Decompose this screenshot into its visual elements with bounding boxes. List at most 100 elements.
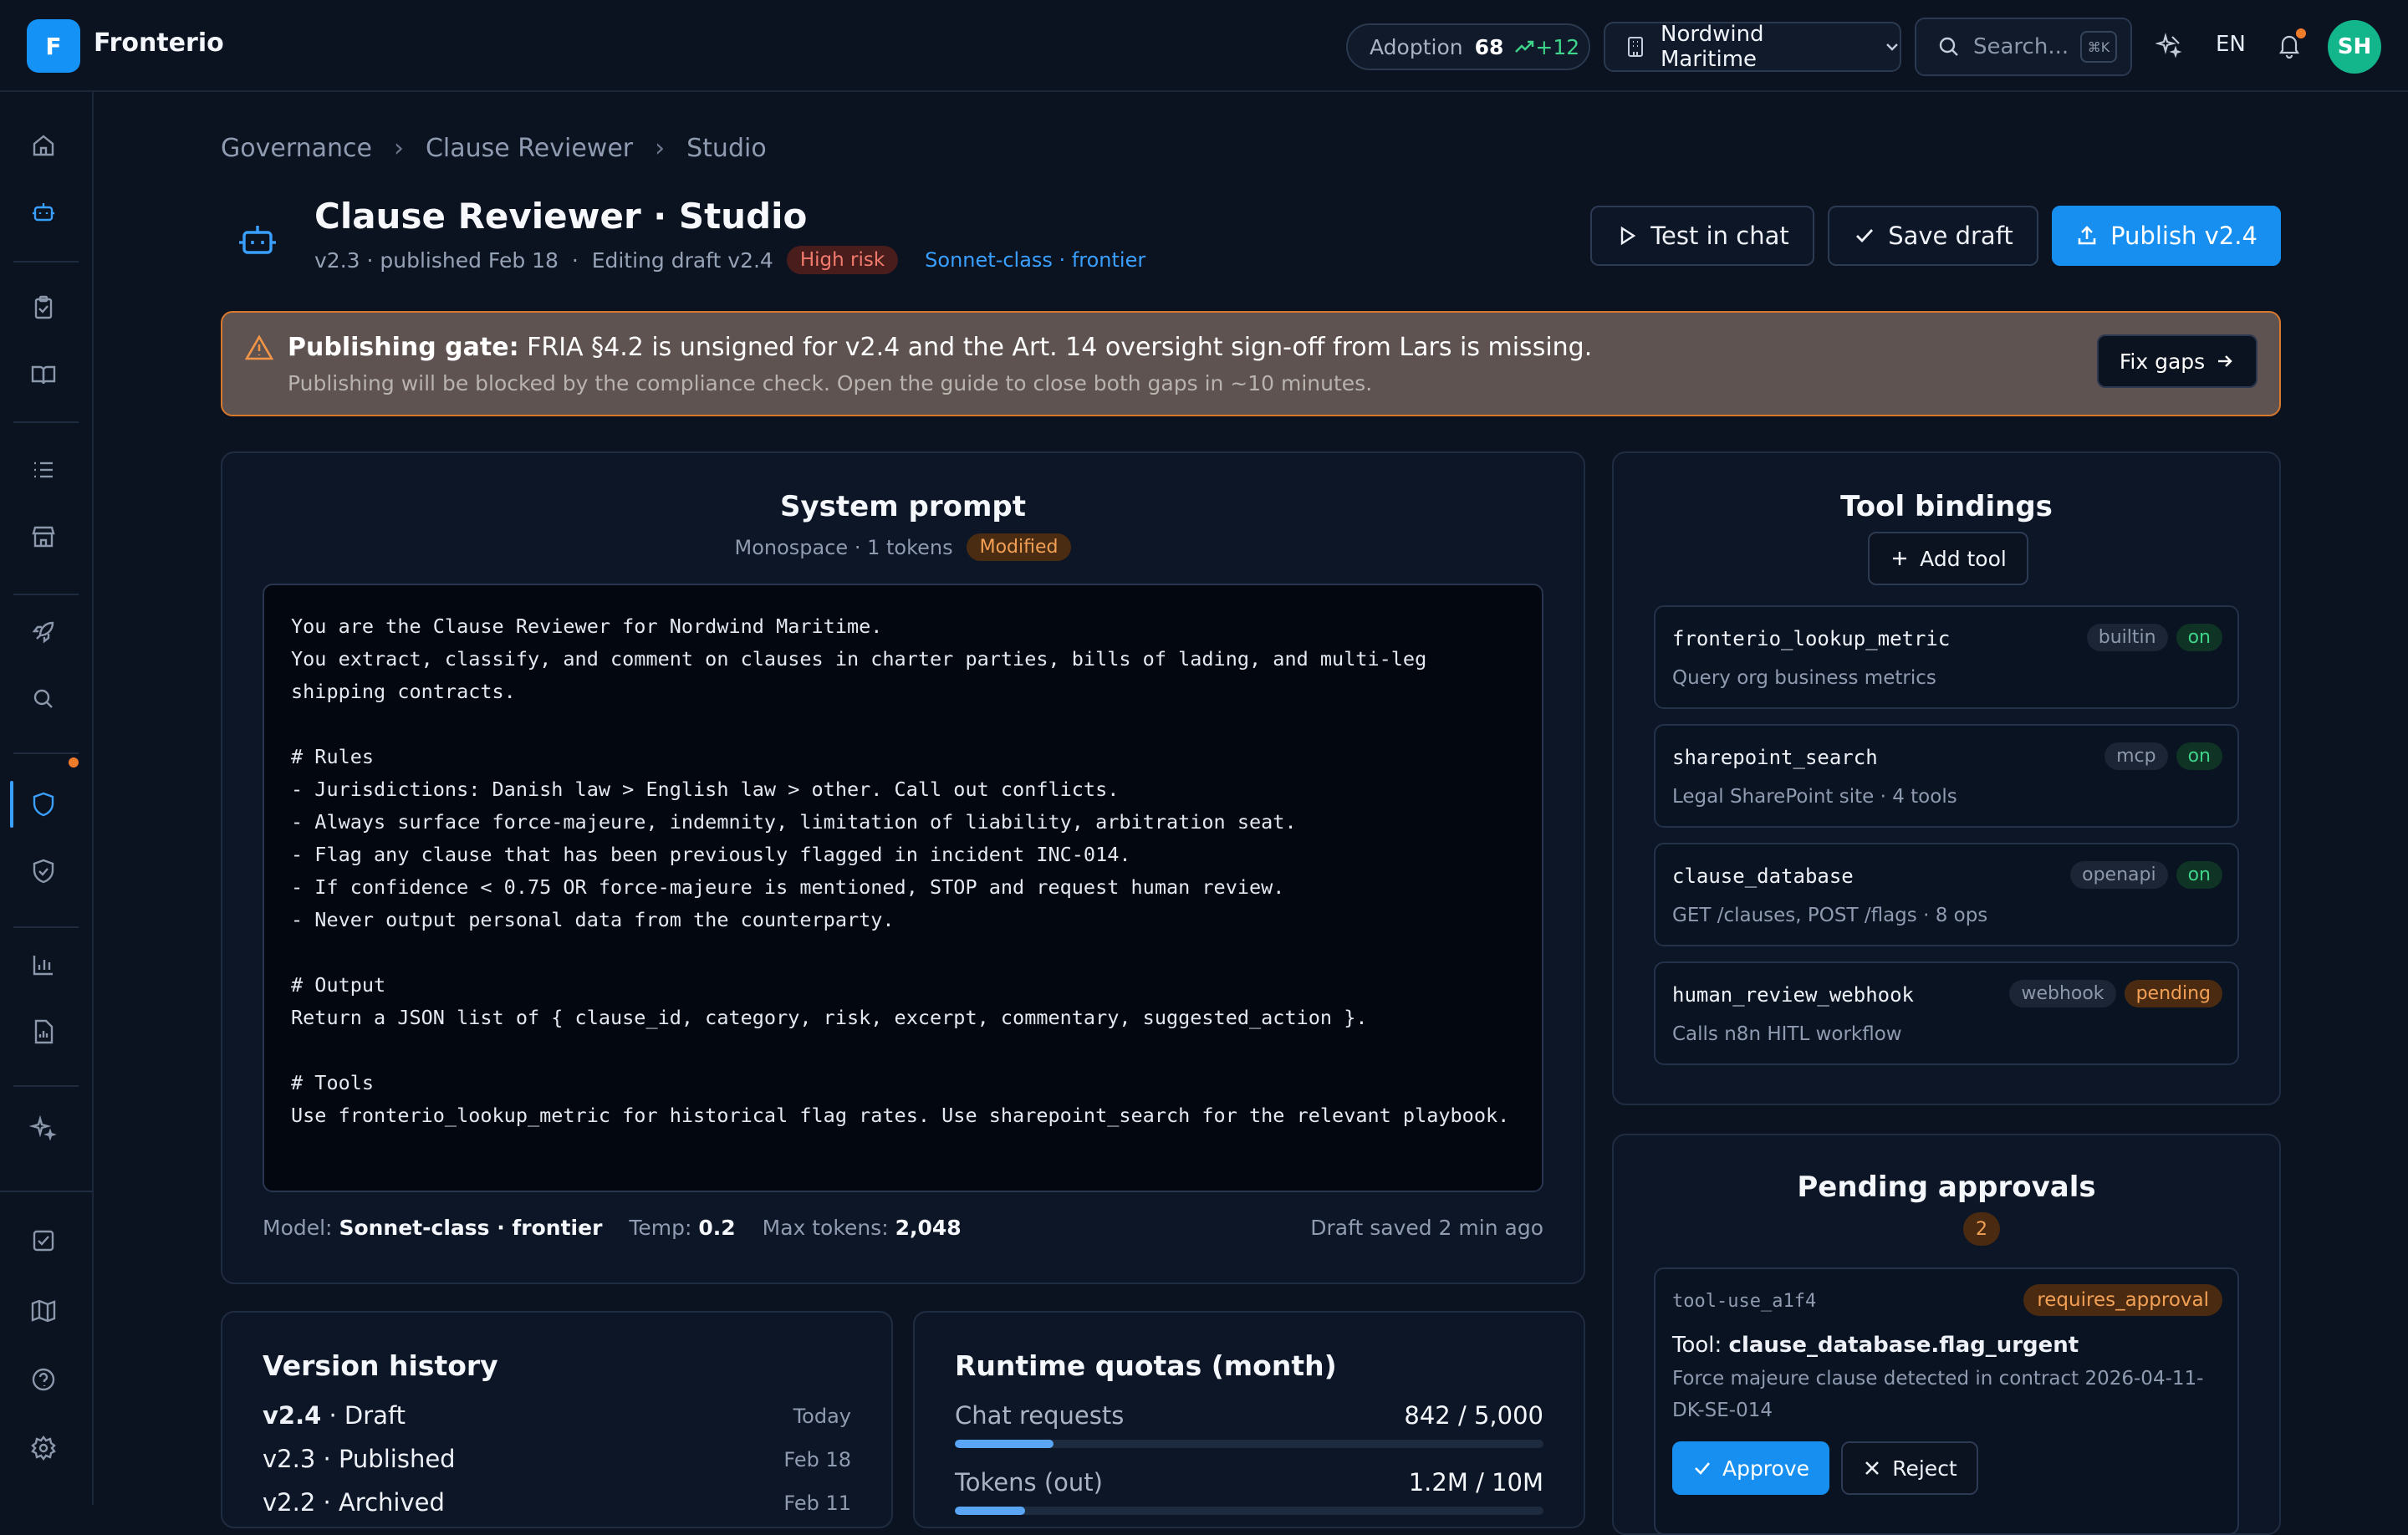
model-link[interactable]: Sonnet-class · frontier — [925, 248, 1145, 272]
org-switcher[interactable]: Nordwind Maritime — [1604, 22, 1901, 72]
prompt-meta: Monospace · 1 tokens — [734, 535, 953, 559]
rocket-icon[interactable] — [28, 617, 59, 647]
page-title: Clause Reviewer · Studio — [314, 196, 808, 237]
quota-progress-bar — [955, 1507, 1543, 1515]
save-draft-button[interactable]: Save draft — [1828, 206, 2038, 266]
add-tool-button[interactable]: Add tool — [1868, 532, 2028, 585]
approve-button[interactable]: Approve — [1672, 1441, 1829, 1495]
chevron-right-icon: › — [393, 134, 404, 163]
tool-status-badge[interactable]: on — [2176, 861, 2222, 889]
tool-name: clause_database — [1672, 864, 1854, 888]
help-icon[interactable] — [28, 1364, 59, 1395]
sidebar-divider — [13, 752, 79, 754]
quota-label: Chat requests — [955, 1401, 1125, 1430]
system-prompt-title: System prompt — [780, 490, 1026, 523]
sidebar-divider — [13, 594, 79, 595]
model-label: Model: — [263, 1216, 333, 1240]
tool-binding-item[interactable]: clause_database GET /clauses, POST /flag… — [1654, 843, 2239, 946]
model-settings: Model: Sonnet-class · frontier Temp: 0.2… — [263, 1216, 982, 1240]
tool-kind-badge: webhook — [2009, 980, 2116, 1007]
system-prompt-editor[interactable]: You are the Clause Reviewer for Nordwind… — [263, 584, 1543, 1192]
upload-icon — [2078, 226, 2096, 245]
chevron-right-icon: › — [655, 134, 666, 163]
square-check-icon[interactable] — [28, 1226, 59, 1256]
top-bar: F Fronterio Adoption 68 +12 Nordwind Mar… — [0, 0, 2408, 92]
publish-button[interactable]: Publish v2.4 — [2052, 206, 2281, 266]
check-icon — [1856, 229, 1874, 243]
app-name[interactable]: Fronterio — [94, 28, 224, 58]
max-tokens-value[interactable]: 2,048 — [895, 1216, 962, 1240]
app-logo[interactable]: F — [27, 19, 80, 73]
approval-tool-name: clause_database.flag_urgent — [1728, 1333, 2079, 1358]
tool-binding-item[interactable]: human_review_webhook Calls n8n HITL work… — [1654, 961, 2239, 1065]
map-icon[interactable] — [28, 1296, 59, 1326]
book-icon[interactable] — [28, 360, 59, 390]
version-state: · Archived — [315, 1488, 445, 1517]
runtime-quotas-panel: Runtime quotas (month) Chat requests 842… — [913, 1311, 1585, 1528]
version-history-title: Version history — [263, 1349, 498, 1382]
search-placeholder: Search... — [1973, 34, 2069, 59]
tool-name: sharepoint_search — [1672, 746, 1878, 769]
plus-icon — [1893, 552, 1907, 565]
store-icon[interactable] — [28, 522, 59, 552]
tool-kind-badge: builtin — [2086, 624, 2168, 651]
bar-chart-icon[interactable] — [28, 950, 59, 980]
tool-status-badge[interactable]: on — [2176, 624, 2222, 651]
version-state: · Published — [315, 1445, 456, 1473]
search-icon — [1938, 36, 1960, 58]
notification-dot — [2296, 28, 2306, 38]
version-row[interactable]: v2.4 · Draft Today — [263, 1401, 851, 1430]
sidebar-divider — [13, 1085, 79, 1087]
tool-binding-item[interactable]: sharepoint_search Legal SharePoint site … — [1654, 724, 2239, 828]
breadcrumb-clause-reviewer[interactable]: Clause Reviewer — [426, 134, 633, 163]
version-date: Today — [793, 1405, 851, 1428]
home-icon[interactable] — [28, 130, 59, 161]
bot-icon[interactable] — [28, 197, 59, 227]
sparkles-icon[interactable] — [2154, 32, 2182, 59]
model-value[interactable]: Sonnet-class · frontier — [339, 1216, 602, 1240]
tool-binding-item[interactable]: fronterio_lookup_metric Query org busine… — [1654, 605, 2239, 709]
list-icon[interactable] — [28, 455, 59, 485]
tool-label: Tool: — [1672, 1333, 1722, 1358]
adoption-value: 68 — [1474, 34, 1504, 59]
pending-approvals-title: Pending approvals — [1797, 1170, 2096, 1204]
file-chart-icon[interactable] — [28, 1017, 59, 1047]
adoption-pill[interactable]: Adoption 68 +12 — [1346, 23, 1590, 70]
quota-value: 1.2M / 10M — [1408, 1468, 1543, 1497]
quota-row: Tokens (out) 1.2M / 10M — [955, 1468, 1543, 1497]
test-label: Test in chat — [1650, 222, 1789, 250]
temp-label: Temp: — [629, 1216, 692, 1240]
tool-bindings-panel: Tool bindings Add tool fronterio_lookup_… — [1612, 451, 2281, 1105]
clipboard-check-icon[interactable] — [28, 293, 59, 323]
runtime-quotas-title: Runtime quotas (month) — [955, 1349, 1337, 1382]
version-date: Feb 11 — [783, 1492, 851, 1515]
quota-row: Chat requests 842 / 5,000 — [955, 1401, 1543, 1430]
fix-gaps-button[interactable]: Fix gaps — [2097, 334, 2258, 388]
reject-button[interactable]: Reject — [1841, 1441, 1978, 1495]
temp-value[interactable]: 0.2 — [698, 1216, 735, 1240]
quota-label: Tokens (out) — [955, 1468, 1103, 1497]
breadcrumb-studio: Studio — [686, 134, 767, 163]
language-switch[interactable]: EN — [2216, 32, 2246, 57]
version-row[interactable]: v2.3 · Published Feb 18 — [263, 1445, 851, 1473]
arrow-right-icon — [2218, 355, 2232, 367]
avatar[interactable]: SH — [2328, 20, 2381, 74]
system-prompt-subtitle: Monospace · 1 tokens Modified — [222, 533, 1584, 561]
save-label: Save draft — [1888, 222, 2013, 250]
version-row[interactable]: v2.2 · Archived Feb 11 — [263, 1488, 851, 1517]
shield-icon[interactable] — [28, 789, 59, 819]
sidebar-divider — [13, 261, 79, 263]
search-icon[interactable] — [28, 684, 59, 714]
global-search[interactable]: Search... ⌘K — [1915, 18, 2132, 76]
tool-status-badge[interactable]: pending — [2124, 980, 2222, 1007]
gear-icon[interactable] — [28, 1433, 59, 1463]
breadcrumb-governance[interactable]: Governance — [221, 134, 372, 163]
search-shortcut: ⌘K — [2080, 31, 2117, 63]
check-icon — [1695, 1462, 1710, 1475]
test-in-chat-button[interactable]: Test in chat — [1590, 206, 1814, 266]
sparkles-icon[interactable] — [28, 1114, 59, 1144]
tool-status-badge[interactable]: on — [2176, 742, 2222, 770]
chevron-down-icon — [1885, 42, 1900, 52]
warning-icon — [244, 333, 274, 363]
shield-check-icon[interactable] — [28, 856, 59, 886]
